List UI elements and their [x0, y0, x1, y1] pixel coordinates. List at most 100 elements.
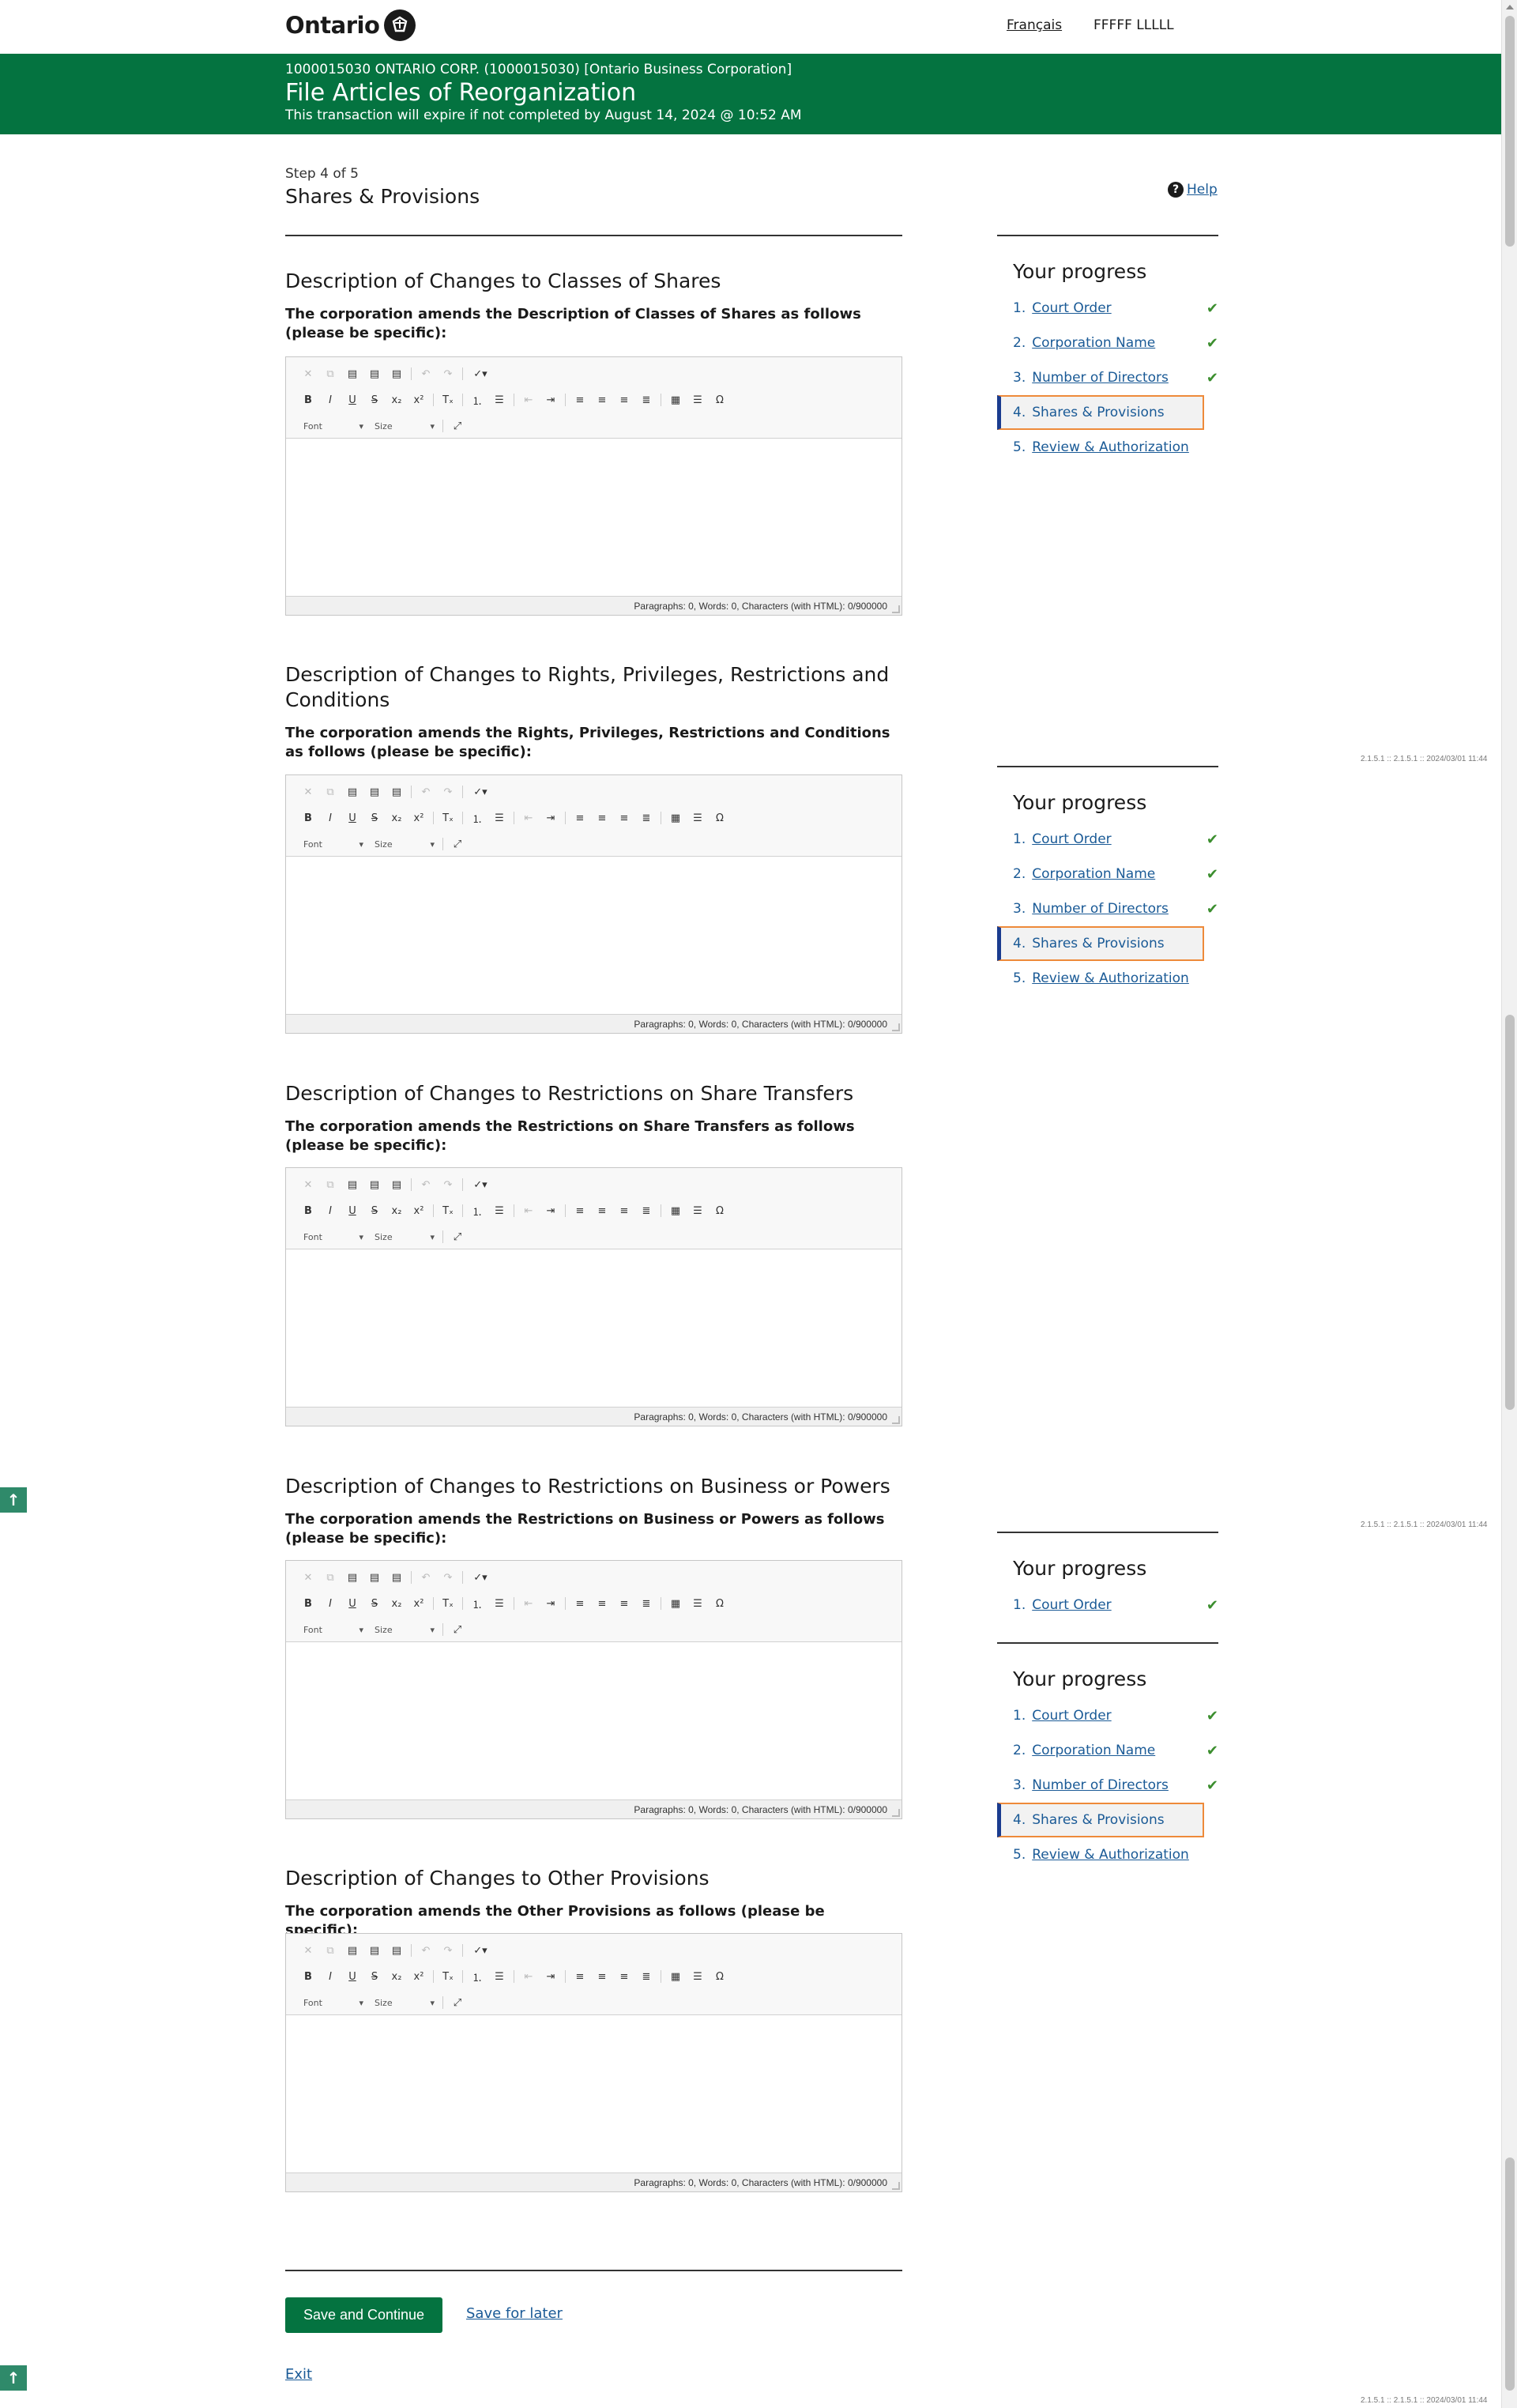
- bulleted-list-icon[interactable]: ☰: [488, 1595, 510, 1612]
- progress-step-review-authorization[interactable]: 5. Review & Authorization: [997, 961, 1218, 996]
- editor-content-area[interactable]: [286, 1642, 902, 1799]
- outdent-icon[interactable]: ⇤: [518, 1202, 540, 1219]
- progress-step-number-of-directors[interactable]: 3. Number of Directors ✔: [997, 360, 1218, 395]
- undo-icon[interactable]: ↶: [415, 1176, 437, 1193]
- copy-icon[interactable]: ⧉: [319, 1176, 341, 1193]
- strikethrough-button[interactable]: S: [363, 1595, 386, 1612]
- remove-format-button[interactable]: Tₓ: [437, 1202, 459, 1219]
- redo-icon[interactable]: ↷: [437, 783, 459, 801]
- italic-button[interactable]: I: [319, 809, 341, 827]
- special-char-button[interactable]: Ω: [709, 1968, 731, 1985]
- strikethrough-button[interactable]: S: [363, 391, 386, 409]
- editor-content-area[interactable]: [286, 1249, 902, 1407]
- editor-content-area[interactable]: [286, 439, 902, 596]
- underline-button[interactable]: U: [341, 1595, 363, 1612]
- outdent-icon[interactable]: ⇤: [518, 391, 540, 409]
- resize-handle-icon[interactable]: [892, 1023, 900, 1031]
- align-right-icon[interactable]: ≡: [613, 1595, 635, 1612]
- spellcheck-icon[interactable]: ✓▾: [466, 1942, 495, 1959]
- progress-step-corporation-name[interactable]: 2. Corporation Name ✔: [997, 326, 1218, 360]
- maximize-icon[interactable]: ⤢: [446, 1994, 469, 2011]
- italic-button[interactable]: I: [319, 1595, 341, 1612]
- progress-step-review-authorization[interactable]: 5. Review & Authorization: [997, 1837, 1218, 1872]
- cut-icon[interactable]: ✕: [297, 1569, 319, 1586]
- subscript-button[interactable]: x₂: [386, 809, 408, 827]
- maximize-icon[interactable]: ⤢: [446, 1228, 469, 1245]
- scroll-up-arrow[interactable]: [1506, 5, 1514, 9]
- cut-icon[interactable]: ✕: [297, 1176, 319, 1193]
- italic-button[interactable]: I: [319, 391, 341, 409]
- progress-step-number-of-directors[interactable]: 3. Number of Directors ✔: [997, 891, 1218, 926]
- bulleted-list-icon[interactable]: ☰: [488, 1968, 510, 1985]
- font-select[interactable]: Font ▾: [297, 1229, 368, 1245]
- outdent-icon[interactable]: ⇤: [518, 1595, 540, 1612]
- align-left-icon[interactable]: ≡: [569, 391, 591, 409]
- indent-icon[interactable]: ⇥: [540, 391, 562, 409]
- font-select[interactable]: Font ▾: [297, 418, 368, 434]
- back-to-top-button[interactable]: ↑: [0, 1487, 27, 1513]
- indent-icon[interactable]: ⇥: [540, 1202, 562, 1219]
- remove-format-button[interactable]: Tₓ: [437, 1968, 459, 1985]
- step-link[interactable]: Number of Directors: [1032, 1777, 1169, 1793]
- paste-word-icon[interactable]: ▤: [386, 783, 408, 801]
- font-select[interactable]: Font ▾: [297, 1995, 368, 2010]
- bulleted-list-icon[interactable]: ☰: [488, 809, 510, 827]
- rich-text-editor[interactable]: ✕ ⧉ ▤ ▤ ▤ ↶ ↷ ✓▾ B I U S x₂ x² Tₓ ⒈ ☰ ⇤ …: [285, 356, 902, 616]
- align-justify-icon[interactable]: ≣: [635, 1595, 657, 1612]
- align-right-icon[interactable]: ≡: [613, 1968, 635, 1985]
- align-right-icon[interactable]: ≡: [613, 391, 635, 409]
- special-char-button[interactable]: Ω: [709, 809, 731, 827]
- paste-word-icon[interactable]: ▤: [386, 1942, 408, 1959]
- table-icon[interactable]: ▦: [664, 391, 687, 409]
- align-right-icon[interactable]: ≡: [613, 1202, 635, 1219]
- paste-word-icon[interactable]: ▤: [386, 365, 408, 382]
- paste-text-icon[interactable]: ▤: [363, 1569, 386, 1586]
- redo-icon[interactable]: ↷: [437, 1176, 459, 1193]
- progress-step-court-order[interactable]: 1. Court Order ✔: [997, 1588, 1218, 1622]
- font-select[interactable]: Font ▾: [297, 1622, 368, 1637]
- numbered-list-icon[interactable]: ⒈: [466, 1202, 488, 1219]
- user-name[interactable]: FFFFF LLLLL: [1094, 17, 1174, 33]
- align-left-icon[interactable]: ≡: [569, 1968, 591, 1985]
- table-icon[interactable]: ▦: [664, 809, 687, 827]
- strikethrough-button[interactable]: S: [363, 809, 386, 827]
- scroll-thumb[interactable]: [1505, 2157, 1515, 2391]
- align-left-icon[interactable]: ≡: [569, 1202, 591, 1219]
- resize-handle-icon[interactable]: [892, 1809, 900, 1817]
- size-select[interactable]: Size ▾: [368, 1622, 439, 1637]
- progress-step-review-authorization[interactable]: 5. Review & Authorization: [997, 430, 1218, 465]
- scroll-thumb[interactable]: [1505, 16, 1515, 247]
- rich-text-editor[interactable]: ✕ ⧉ ▤ ▤ ▤ ↶ ↷ ✓▾ B I U S x₂ x² Tₓ ⒈ ☰ ⇤ …: [285, 1167, 902, 1426]
- underline-button[interactable]: U: [341, 1968, 363, 1985]
- help-link[interactable]: ? Help: [1168, 182, 1218, 198]
- paste-word-icon[interactable]: ▤: [386, 1176, 408, 1193]
- outdent-icon[interactable]: ⇤: [518, 1968, 540, 1985]
- align-right-icon[interactable]: ≡: [613, 809, 635, 827]
- align-left-icon[interactable]: ≡: [569, 1595, 591, 1612]
- indent-icon[interactable]: ⇥: [540, 1595, 562, 1612]
- indent-icon[interactable]: ⇥: [540, 809, 562, 827]
- editor-content-area[interactable]: [286, 2015, 902, 2172]
- spellcheck-icon[interactable]: ✓▾: [466, 1569, 495, 1586]
- underline-button[interactable]: U: [341, 809, 363, 827]
- remove-format-button[interactable]: Tₓ: [437, 391, 459, 409]
- align-justify-icon[interactable]: ≣: [635, 809, 657, 827]
- size-select[interactable]: Size ▾: [368, 836, 439, 852]
- paste-text-icon[interactable]: ▤: [363, 1176, 386, 1193]
- align-justify-icon[interactable]: ≣: [635, 391, 657, 409]
- numbered-list-icon[interactable]: ⒈: [466, 391, 488, 409]
- cut-icon[interactable]: ✕: [297, 1942, 319, 1959]
- align-left-icon[interactable]: ≡: [569, 809, 591, 827]
- bold-button[interactable]: B: [297, 1202, 319, 1219]
- subscript-button[interactable]: x₂: [386, 391, 408, 409]
- paste-text-icon[interactable]: ▤: [363, 783, 386, 801]
- save-and-continue-button[interactable]: Save and Continue: [285, 2297, 442, 2333]
- paste-icon[interactable]: ▤: [341, 365, 363, 382]
- save-for-later-link[interactable]: Save for later: [466, 2305, 563, 2322]
- horizontal-line-icon[interactable]: ☰: [687, 809, 709, 827]
- size-select[interactable]: Size ▾: [368, 418, 439, 434]
- strikethrough-button[interactable]: S: [363, 1202, 386, 1219]
- cut-icon[interactable]: ✕: [297, 783, 319, 801]
- undo-icon[interactable]: ↶: [415, 1569, 437, 1586]
- copy-icon[interactable]: ⧉: [319, 1942, 341, 1959]
